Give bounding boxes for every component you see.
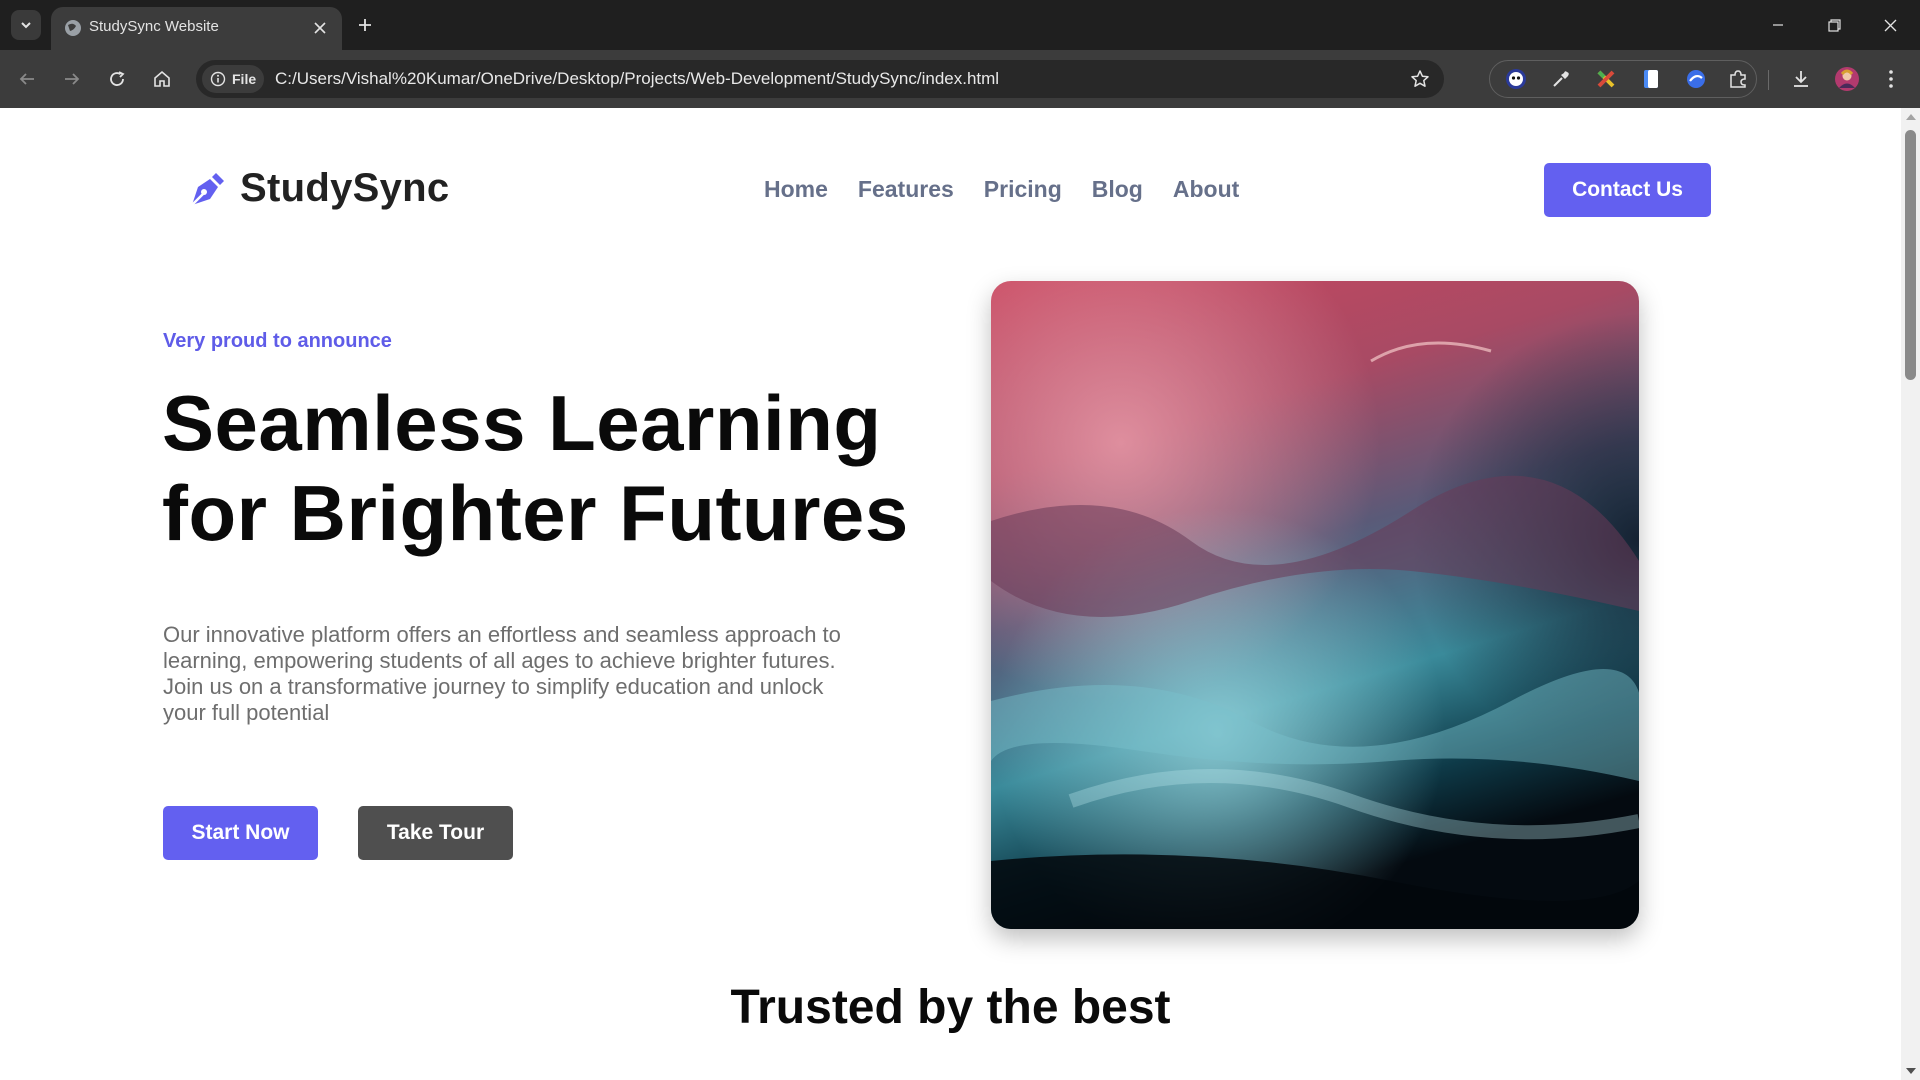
page-scrollbar[interactable]: [1901, 108, 1920, 1080]
document-extension-icon[interactable]: [1639, 67, 1663, 91]
browser-toolbar: File C:/Users/Vishal%20Kumar/OneDrive/De…: [0, 50, 1920, 108]
trusted-heading: Trusted by the best: [730, 981, 1171, 1034]
scroll-up-arrow-icon[interactable]: [1906, 114, 1916, 120]
start-now-button[interactable]: Start Now: [163, 806, 318, 860]
profile-avatar[interactable]: [1831, 63, 1863, 95]
hero-description: Our innovative platform offers an effort…: [163, 622, 841, 725]
minimize-icon[interactable]: [1750, 0, 1806, 50]
address-bar[interactable]: File C:/Users/Vishal%20Kumar/OneDrive/De…: [196, 60, 1444, 98]
site-logo[interactable]: StudySync: [186, 166, 449, 211]
nav-item-blog[interactable]: Blog: [1092, 176, 1143, 203]
webpage-viewport: StudySync Home Features Pricing Blog Abo…: [0, 108, 1901, 1080]
toolbar-separator: [1768, 70, 1769, 90]
reload-icon[interactable]: [101, 63, 133, 95]
scroll-thumb[interactable]: [1905, 130, 1916, 380]
headline-line-2: for Brighter Futures: [162, 469, 909, 557]
url-text[interactable]: C:/Users/Vishal%20Kumar/OneDrive/Desktop…: [275, 69, 999, 89]
tab-search-button[interactable]: [11, 10, 41, 40]
close-icon[interactable]: [310, 18, 330, 38]
nav-item-about[interactable]: About: [1173, 176, 1239, 203]
hero-eyebrow: Very proud to announce: [163, 330, 392, 352]
window-close-icon[interactable]: [1862, 0, 1918, 50]
info-icon: [210, 71, 226, 87]
plus-icon[interactable]: [352, 12, 378, 38]
bookmark-star-icon[interactable]: [1408, 67, 1432, 91]
chevron-down-icon: [21, 22, 31, 29]
ghost-extension-icon[interactable]: [1504, 67, 1528, 91]
home-icon[interactable]: [146, 63, 178, 95]
tab-title: StudySync Website: [89, 18, 219, 35]
url-scheme-label: File: [232, 71, 257, 87]
nav-item-features[interactable]: Features: [858, 176, 954, 203]
hero-headline: Seamless Learning for Brighter Futures: [162, 378, 942, 558]
browser-tab[interactable]: StudySync Website: [51, 7, 342, 50]
nav-item-pricing[interactable]: Pricing: [984, 176, 1062, 203]
globe-icon: [65, 20, 81, 36]
hero-image: [991, 281, 1639, 929]
browser-tab-bar: StudySync Website: [0, 0, 1920, 50]
scroll-down-arrow-icon[interactable]: [1906, 1068, 1916, 1074]
eyedropper-extension-icon[interactable]: [1549, 67, 1573, 91]
headline-line-1: Seamless Learning: [162, 379, 882, 467]
take-tour-button[interactable]: Take Tour: [358, 806, 513, 860]
pen-nib-icon: [191, 172, 224, 206]
vpn-extension-icon[interactable]: [1684, 67, 1708, 91]
menu-dots-icon[interactable]: [1875, 63, 1907, 95]
forward-icon[interactable]: [56, 63, 88, 95]
site-info-chip[interactable]: File: [202, 65, 264, 93]
back-icon[interactable]: [11, 63, 43, 95]
download-icon[interactable]: [1785, 63, 1817, 95]
restore-icon[interactable]: [1806, 0, 1862, 50]
puzzle-extensions-icon[interactable]: [1726, 67, 1750, 91]
color-x-extension-icon[interactable]: [1594, 67, 1618, 91]
nav-item-home[interactable]: Home: [764, 176, 828, 203]
contact-us-button[interactable]: Contact Us: [1544, 163, 1711, 217]
main-nav: Home Features Pricing Blog About: [764, 176, 1239, 203]
brand-name: StudySync: [240, 166, 450, 210]
extensions-group: [1489, 60, 1757, 98]
